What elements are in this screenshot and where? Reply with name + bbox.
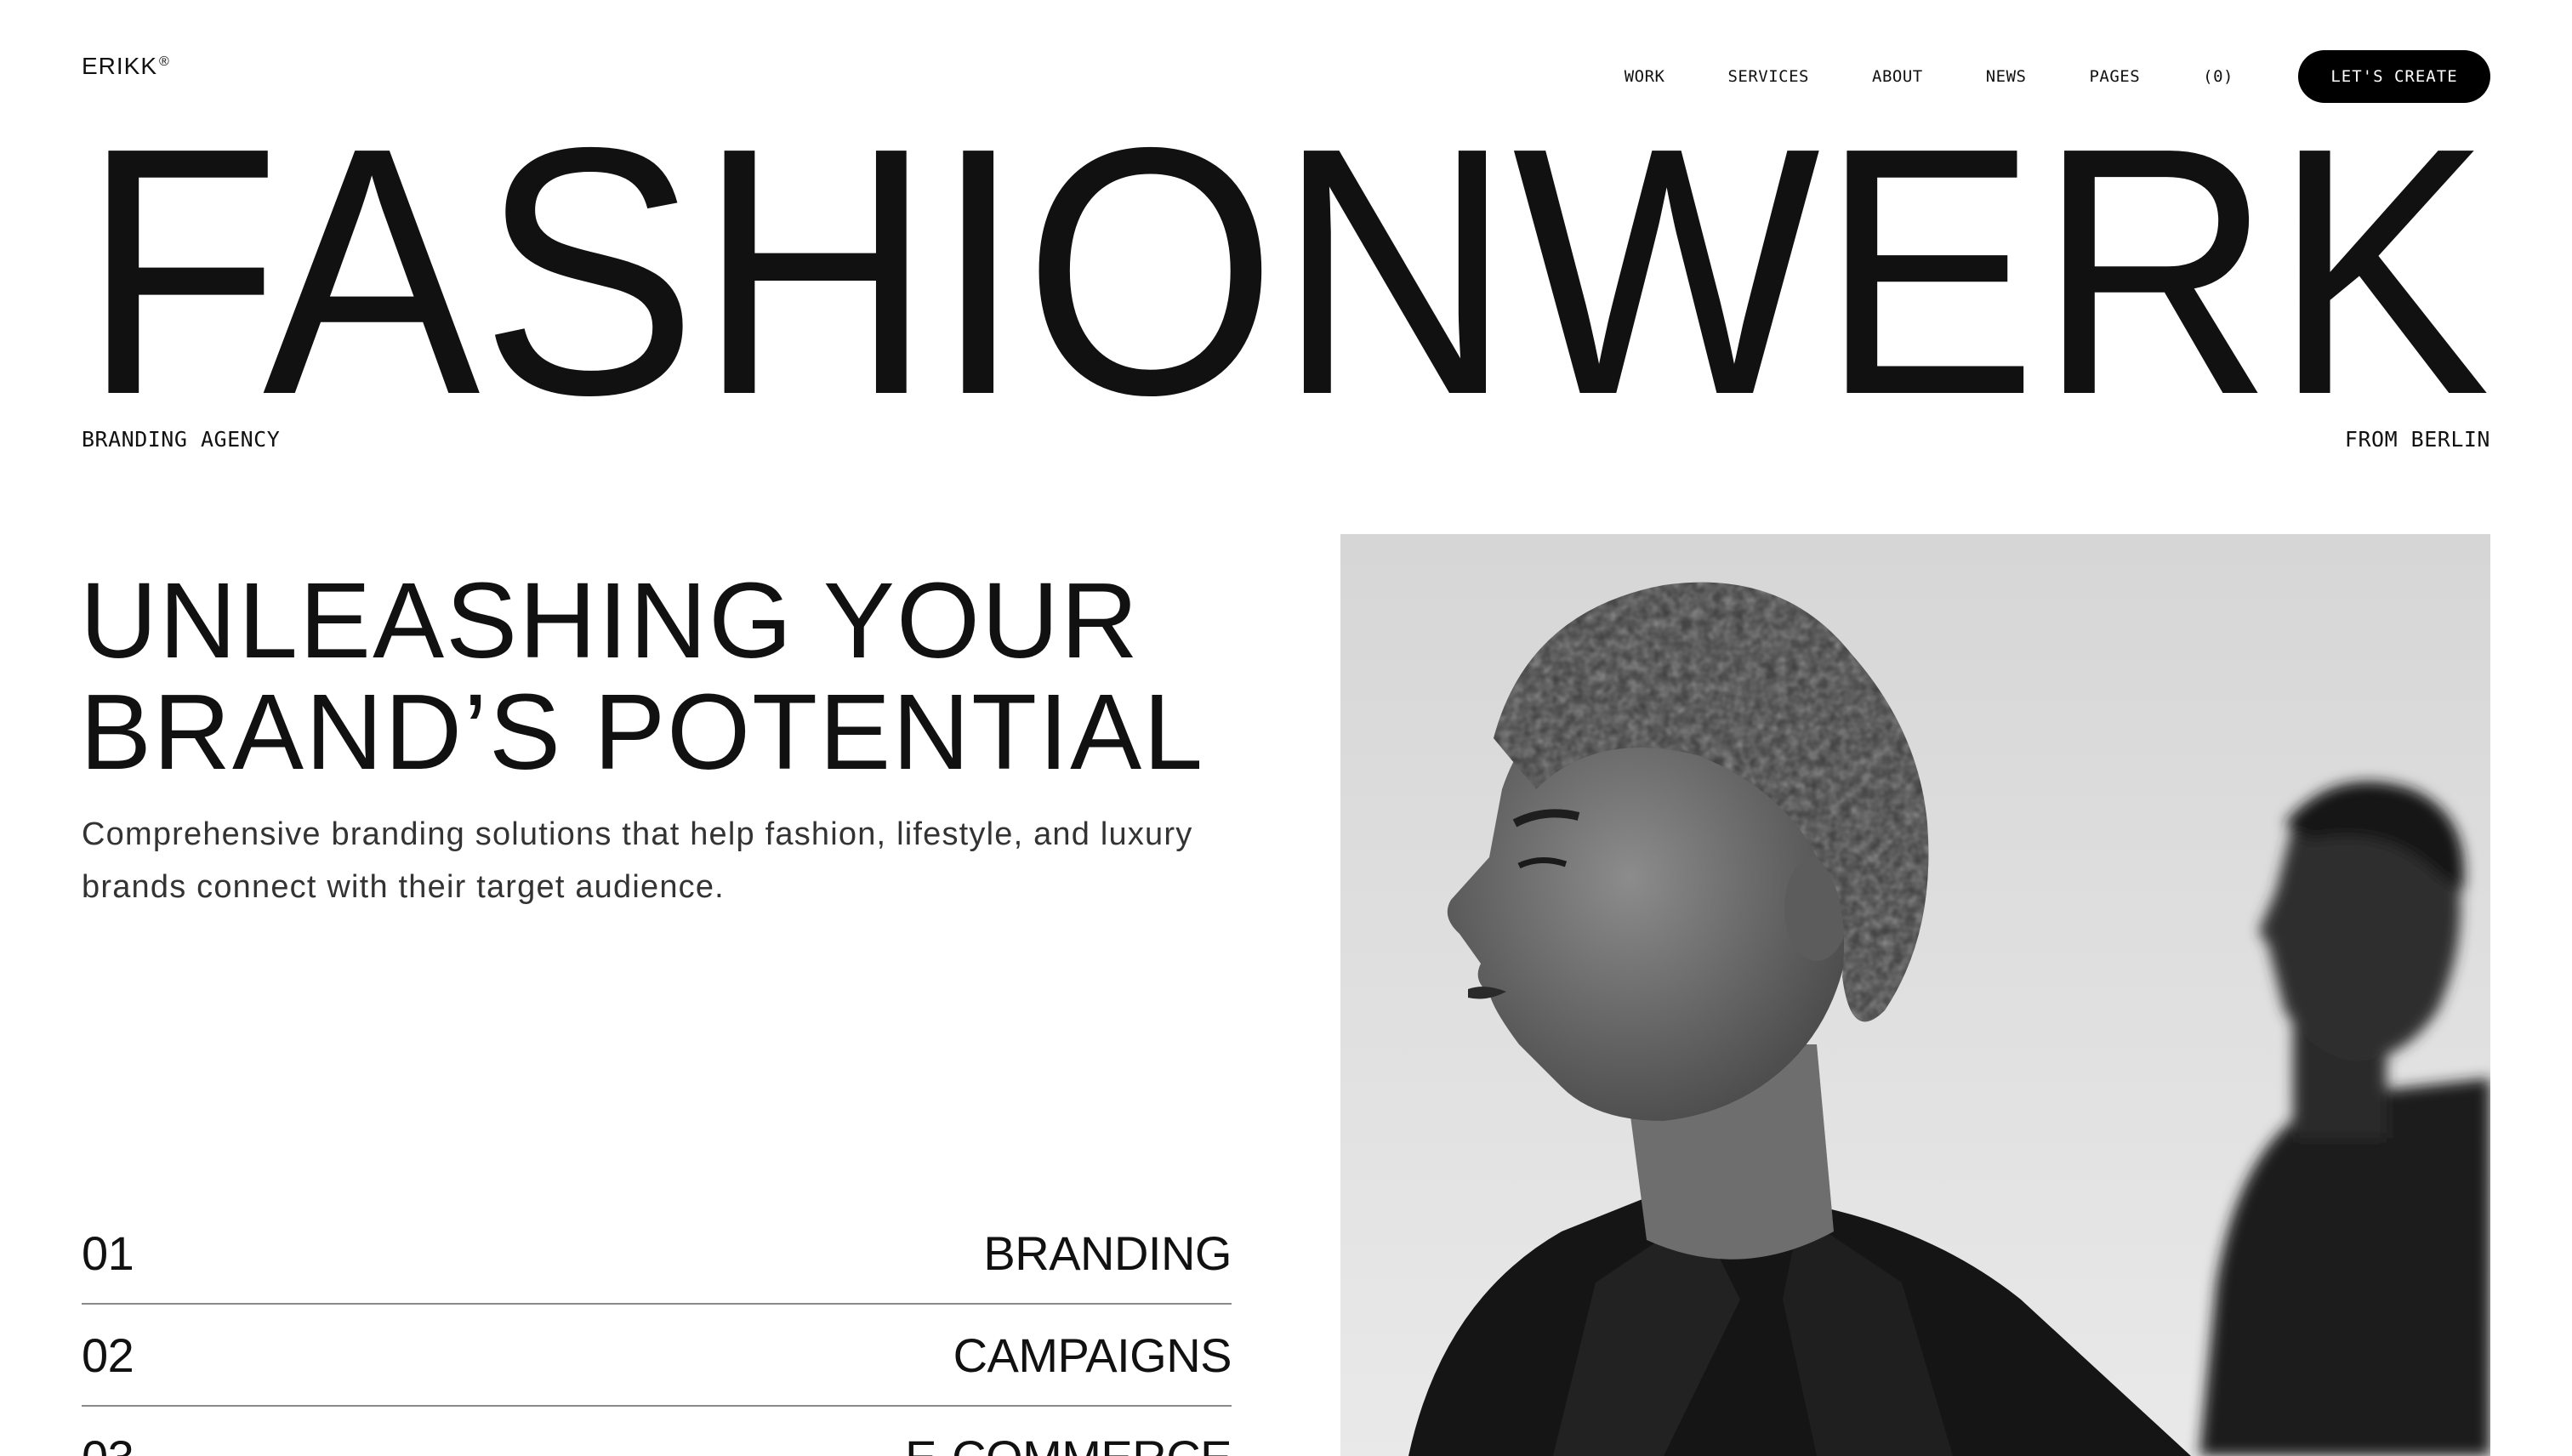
- service-number: 01: [82, 1226, 134, 1280]
- tagline-right: FROM BERLIN: [2344, 427, 2490, 452]
- tagline-left: BRANDING AGENCY: [82, 427, 281, 452]
- headline-line-1: UNLEASHING YOUR: [80, 560, 1140, 680]
- registered-mark: ®: [159, 54, 170, 69]
- hero-title: FASHIONWERK: [82, 74, 2490, 468]
- portrait-illustration: [1340, 534, 2490, 1456]
- intro-description: Comprehensive branding solutions that he…: [82, 816, 1193, 905]
- service-row-campaigns[interactable]: 02 CAMPAIGNS: [82, 1305, 1232, 1407]
- headline-line-2: BRAND’S POTENTIAL: [80, 672, 1205, 792]
- hero-photo: [1340, 534, 2490, 1456]
- hero-title-text: FASHIONWERK: [82, 74, 2490, 468]
- services-list: 01 BRANDING 02 CAMPAIGNS 03 E-COMMERCE: [82, 1203, 1232, 1456]
- intro-headline: UNLEASHING YOUR BRAND’S POTENTIAL: [80, 565, 1305, 788]
- service-number: 02: [82, 1328, 134, 1382]
- service-row-branding[interactable]: 01 BRANDING: [82, 1203, 1232, 1305]
- service-name: E-COMMERCE: [905, 1430, 1232, 1456]
- service-number: 03: [82, 1430, 134, 1456]
- service-name: BRANDING: [983, 1226, 1232, 1280]
- service-name: CAMPAIGNS: [953, 1328, 1232, 1382]
- service-row-ecommerce[interactable]: 03 E-COMMERCE: [82, 1407, 1232, 1456]
